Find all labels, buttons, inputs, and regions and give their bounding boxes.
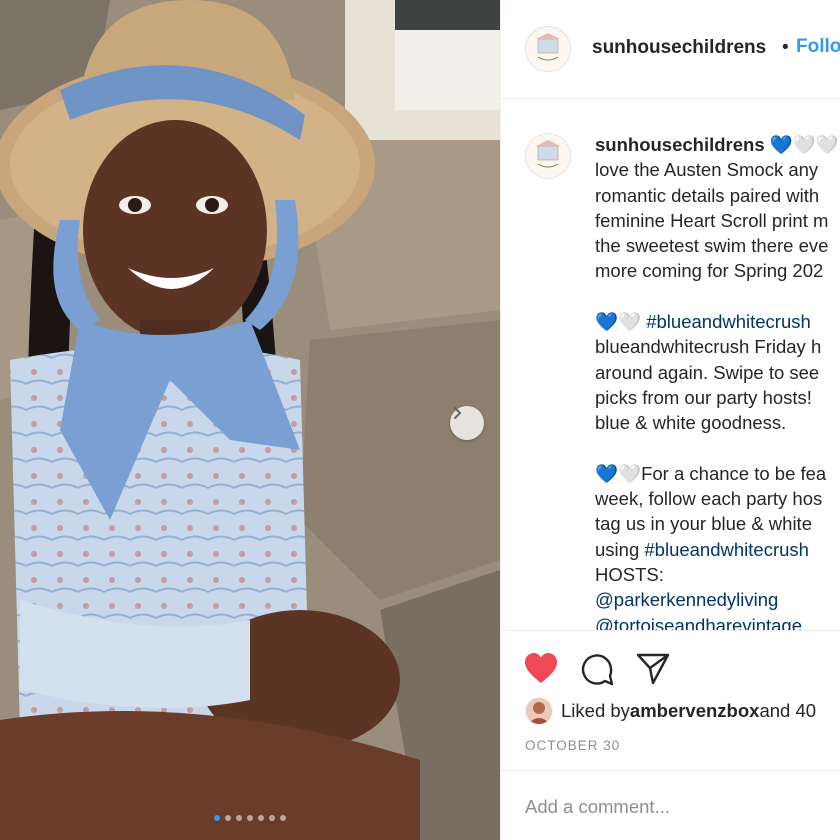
liker-username[interactable]: ambervenzbox — [630, 700, 760, 722]
caption-line: tag us in your blue & white — [595, 513, 818, 535]
caption-avatar[interactable] — [525, 133, 571, 179]
caption-line: HOSTS: — [595, 564, 664, 586]
heart-emoji-icon: 💙 — [595, 311, 619, 333]
post-header: sunhousechildrens • Follow — [501, 0, 840, 99]
heart-emoji-icon: 🤍 — [618, 311, 642, 333]
caption-line: romantic details paired with — [595, 184, 820, 206]
caption-line: around again. Swipe to see — [595, 361, 820, 383]
carousel-dot — [247, 815, 253, 821]
liked-suffix[interactable]: and 40 — [759, 700, 816, 722]
hashtag-link[interactable]: #blueandwhitecrush — [644, 539, 809, 560]
chevron-right-icon — [454, 407, 462, 419]
caption-line: using — [595, 538, 645, 560]
likes-summary[interactable]: Liked by ambervenzbox and 40 — [525, 697, 816, 725]
caption-line: blueandwhitecrush Friday h — [595, 336, 822, 358]
carousel-next-button[interactable] — [450, 406, 484, 440]
profile-avatar[interactable] — [525, 26, 571, 72]
brand-logo-icon — [527, 28, 569, 70]
caption-area: sunhousechildrens 💙🤍🤍 love the Austen Sm… — [501, 99, 840, 630]
avatar-image-icon — [526, 698, 552, 724]
caption-line: For a chance to be fea — [641, 462, 827, 484]
add-comment-input[interactable] — [523, 795, 827, 819]
post-author-username[interactable]: sunhousechildrens — [592, 37, 766, 59]
post-actions: Liked by ambervenzbox and 40 OCTOBER 30 — [501, 630, 840, 771]
heart-emoji-icon: 🤍 — [618, 462, 642, 484]
brand-logo-icon — [527, 135, 569, 177]
liker-avatar[interactable] — [525, 697, 553, 725]
caption-username[interactable]: sunhousechildrens — [595, 134, 765, 155]
post-detail-panel: sunhousechildrens • Follow sunhousechild… — [500, 0, 840, 840]
post-caption: sunhousechildrens 💙🤍🤍 love the Austen Sm… — [595, 132, 840, 630]
caption-line: love the Austen Smock any — [595, 159, 819, 181]
liked-prefix: Liked by — [561, 700, 630, 721]
carousel-dot — [225, 815, 231, 821]
post-photo[interactable] — [0, 0, 500, 840]
mention-link[interactable]: @tortoiseandharevintage — [595, 615, 802, 630]
carousel-dot — [269, 815, 275, 821]
photo-illustration — [0, 0, 500, 840]
mention-link[interactable]: @parkerkennedyliving — [595, 589, 778, 610]
heart-icon[interactable] — [523, 651, 559, 687]
follow-separator: • — [782, 37, 789, 58]
caption-line: feminine Heart Scroll print m — [595, 209, 829, 231]
caption-line: week, follow each party hos — [595, 488, 823, 510]
post-date[interactable]: OCTOBER 30 — [525, 738, 620, 753]
caption-hearts: 💙🤍🤍 — [769, 134, 839, 155]
carousel-dot — [258, 815, 264, 821]
carousel-dot — [280, 815, 286, 821]
add-comment-bar — [501, 770, 840, 840]
comment-icon[interactable] — [579, 651, 615, 687]
caption-line: picks from our party hosts! — [595, 386, 812, 408]
carousel-dot — [236, 815, 242, 821]
caption-line: the sweetest swim there eve — [595, 235, 829, 257]
follow-button[interactable]: Follow — [796, 36, 840, 58]
carousel-indicator — [0, 815, 500, 821]
share-icon[interactable] — [635, 651, 671, 687]
caption-line: blue & white goodness. — [595, 412, 787, 434]
caption-line: more coming for Spring 202 — [595, 260, 824, 282]
heart-emoji-icon: 💙 — [595, 462, 619, 484]
carousel-dot — [214, 815, 220, 821]
hashtag-link[interactable]: #blueandwhitecrush — [646, 311, 811, 332]
